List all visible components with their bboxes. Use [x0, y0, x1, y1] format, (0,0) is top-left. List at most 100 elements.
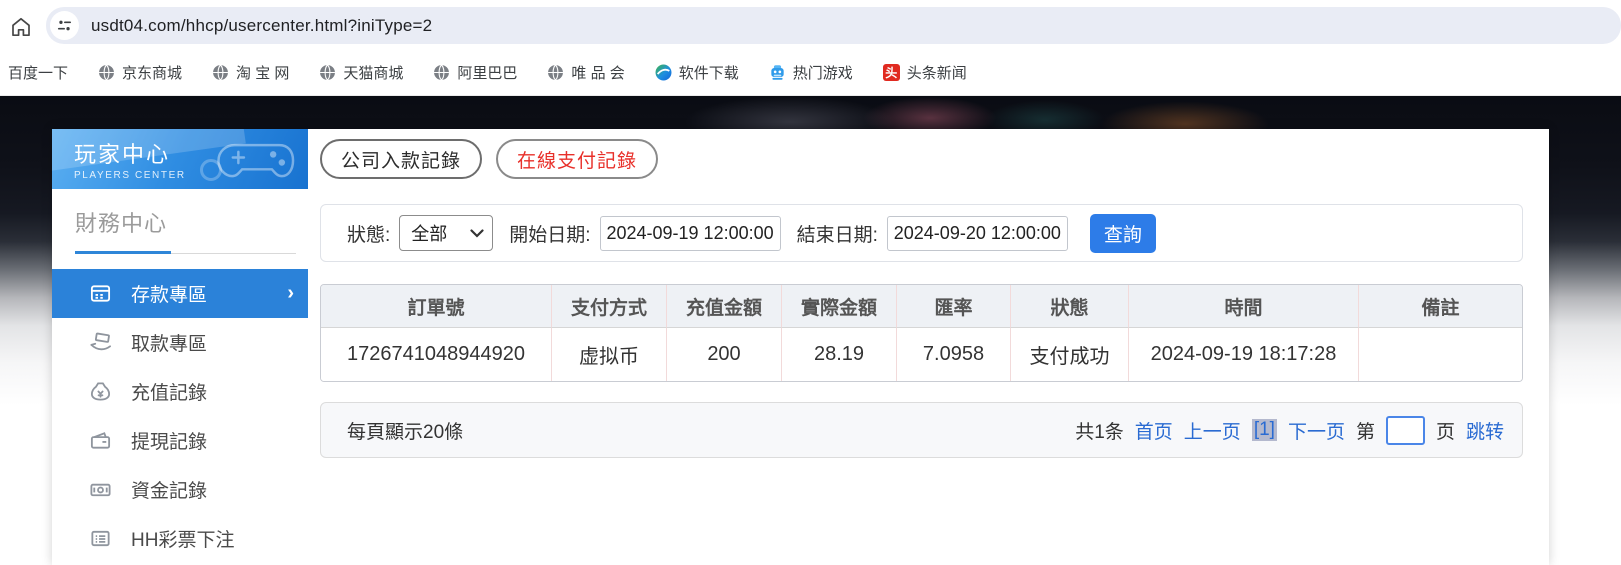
finance-center-title: 財務中心 [75, 211, 168, 236]
bookmark-label: 头条新闻 [906, 65, 967, 82]
sidebar-item-funds-records[interactable]: 資金記錄 [52, 465, 308, 514]
cell-time: 2024-09-19 18:17:28 [1128, 328, 1358, 381]
cell-actual-amount: 28.19 [781, 328, 896, 381]
column-header: 時間 [1128, 285, 1358, 328]
chevron-right-icon: › [287, 282, 294, 304]
sidebar: 玩家中心 PLAYERS CENTER 財務中心 存款專區 › 取款專區 充值記… [52, 129, 308, 565]
column-header: 實際金額 [781, 285, 896, 328]
end-date-label: 結束日期: [796, 224, 878, 246]
column-header: 備註 [1358, 285, 1522, 328]
tab-company-deposit-records[interactable]: 公司入款記錄 [320, 139, 483, 179]
next-page-link[interactable]: 下一页 [1288, 417, 1345, 444]
sidebar-item-deposit-zone[interactable]: 存款專區 › [52, 269, 308, 318]
cell-recharge-amount: 200 [666, 328, 781, 381]
deposit-card-icon [88, 282, 112, 306]
sidebar-item-label: 充值記錄 [131, 383, 208, 404]
bookmark-label: 天猫商城 [343, 65, 404, 82]
jump-label-post: 页 [1435, 421, 1455, 443]
sidebar-item-recharge-records[interactable]: 充值記錄 [52, 367, 308, 416]
globe-icon [212, 64, 229, 81]
bookmark-label: 阿里巴巴 [457, 65, 518, 82]
column-header: 狀態 [1010, 285, 1128, 328]
robot-game-icon [769, 64, 786, 81]
page-background: 玩家中心 PLAYERS CENTER 財務中心 存款專區 › 取款專區 充值記… [0, 96, 1621, 565]
table-header-row: 訂單號 支付方式 充值金額 實際金額 匯率 狀態 時間 備註 [321, 285, 1522, 328]
end-date-input[interactable] [886, 215, 1068, 251]
url-text[interactable]: usdt04.com/hhcp/usercenter.html?iniType=… [91, 16, 432, 36]
bookmark-software-download[interactable]: 软件下载 [655, 62, 739, 83]
address-bar[interactable]: usdt04.com/hhcp/usercenter.html?iniType=… [46, 7, 1621, 44]
status-select-value: 全部 [411, 224, 448, 244]
bookmark-hot-games[interactable]: 热门游戏 [769, 62, 853, 83]
cell-status: 支付成功 [1010, 328, 1128, 381]
list-icon [88, 527, 112, 551]
sidebar-item-label: 存款專區 [131, 285, 208, 306]
sidebar-item-withdrawal-records[interactable]: 提現記錄 [52, 416, 308, 465]
globe-icon [547, 64, 564, 81]
cell-exchange-rate: 7.0958 [896, 328, 1010, 381]
bookmark-toutiao-news[interactable]: 头 头条新闻 [882, 62, 967, 83]
section-underline [75, 251, 296, 254]
column-header: 充值金額 [666, 285, 781, 328]
status-label: 狀態: [347, 224, 391, 246]
filter-bar: 狀態: 全部 開始日期: 結束日期: 查詢 [320, 204, 1523, 262]
pagination-controls: 共1条 首页 上一页 [1] 下一页 第 页 跳转 [1075, 415, 1504, 445]
jump-label-pre: 第 [1355, 421, 1375, 443]
globe-icon [319, 64, 336, 81]
software-download-icon [655, 64, 672, 81]
bookmark-label: 淘 宝 网 [236, 65, 290, 82]
chevron-down-icon [470, 228, 484, 238]
globe-icon [433, 64, 450, 81]
cell-pay-method: 虚拟币 [551, 328, 666, 381]
bookmark-label: 京东商城 [122, 65, 183, 82]
user-center-panel: 玩家中心 PLAYERS CENTER 財務中心 存款專區 › 取款專區 充值記… [52, 129, 1549, 565]
banknote-icon [88, 478, 112, 502]
toutiao-icon: 头 [882, 64, 900, 81]
bookmark-jd[interactable]: 京东商城 [98, 62, 182, 83]
page-number-input[interactable] [1385, 415, 1425, 445]
gamepad-icon [216, 135, 298, 189]
sidebar-item-label: 取款專區 [131, 334, 208, 355]
bookmark-label: 唯 品 会 [571, 65, 625, 82]
status-select[interactable]: 全部 [399, 215, 494, 251]
sidebar-item-hh-lottery-bets[interactable]: HH彩票下注 [52, 514, 308, 563]
column-header: 訂單號 [321, 285, 551, 328]
column-header: 匯率 [896, 285, 1010, 328]
cell-order-no: 1726741048944920 [321, 328, 551, 381]
site-settings-icon[interactable] [50, 11, 79, 40]
sidebar-item-label: 資金記錄 [131, 481, 208, 502]
bookmark-taobao[interactable]: 淘 宝 网 [212, 62, 289, 83]
record-tabs: 公司入款記錄 在線支付記錄 [320, 139, 1549, 179]
bookmark-baidu[interactable]: 百度一下 [8, 62, 68, 83]
bookmark-label: 热门游戏 [792, 65, 853, 82]
first-page-link[interactable]: 首页 [1135, 417, 1173, 444]
pagination-bar: 每頁顯示20條 共1条 首页 上一页 [1] 下一页 第 页 跳转 [320, 402, 1523, 458]
payment-records-table: 訂單號 支付方式 充值金額 實際金額 匯率 狀態 時間 備註 172674104… [320, 284, 1523, 382]
start-date-input[interactable] [599, 215, 781, 251]
tab-online-payment-records[interactable]: 在線支付記錄 [496, 139, 659, 179]
main-content: 公司入款記錄 在線支付記錄 狀態: 全部 開始日期: 結束日期: 查詢 [308, 129, 1549, 565]
jump-link[interactable]: 跳转 [1466, 417, 1504, 444]
column-header: 支付方式 [551, 285, 666, 328]
bookmark-vip[interactable]: 唯 品 会 [547, 62, 625, 83]
wallet-icon [88, 429, 112, 453]
total-count-text: 共1条 [1075, 421, 1124, 443]
cell-remark [1358, 328, 1522, 381]
browser-topbar: usdt04.com/hhcp/usercenter.html?iniType=… [0, 0, 1621, 50]
bookmark-label: 百度一下 [8, 65, 69, 82]
bookmark-alibaba[interactable]: 阿里巴巴 [433, 62, 517, 83]
sidebar-item-withdraw-zone[interactable]: 取款專區 [52, 318, 308, 367]
sidebar-item-label: HH彩票下注 [131, 530, 235, 551]
table-row: 1726741048944920 虚拟币 200 28.19 7.0958 支付… [321, 328, 1522, 381]
bookmarks-bar: 百度一下 京东商城 淘 宝 网 天猫商城 阿里巴巴 唯 品 会 软件下载 热门游… [0, 50, 1621, 96]
home-icon[interactable] [9, 15, 33, 39]
globe-icon [98, 64, 115, 81]
bookmark-tmall[interactable]: 天猫商城 [319, 62, 403, 83]
query-button[interactable]: 查詢 [1089, 213, 1156, 253]
withdraw-hand-icon [88, 331, 112, 355]
sidebar-item-label: 提現記錄 [131, 432, 208, 453]
per-page-text: 每頁顯示20條 [347, 421, 464, 443]
current-page-indicator: [1] [1251, 419, 1277, 441]
sidebar-header: 玩家中心 PLAYERS CENTER [52, 129, 308, 189]
prev-page-link[interactable]: 上一页 [1184, 417, 1241, 444]
